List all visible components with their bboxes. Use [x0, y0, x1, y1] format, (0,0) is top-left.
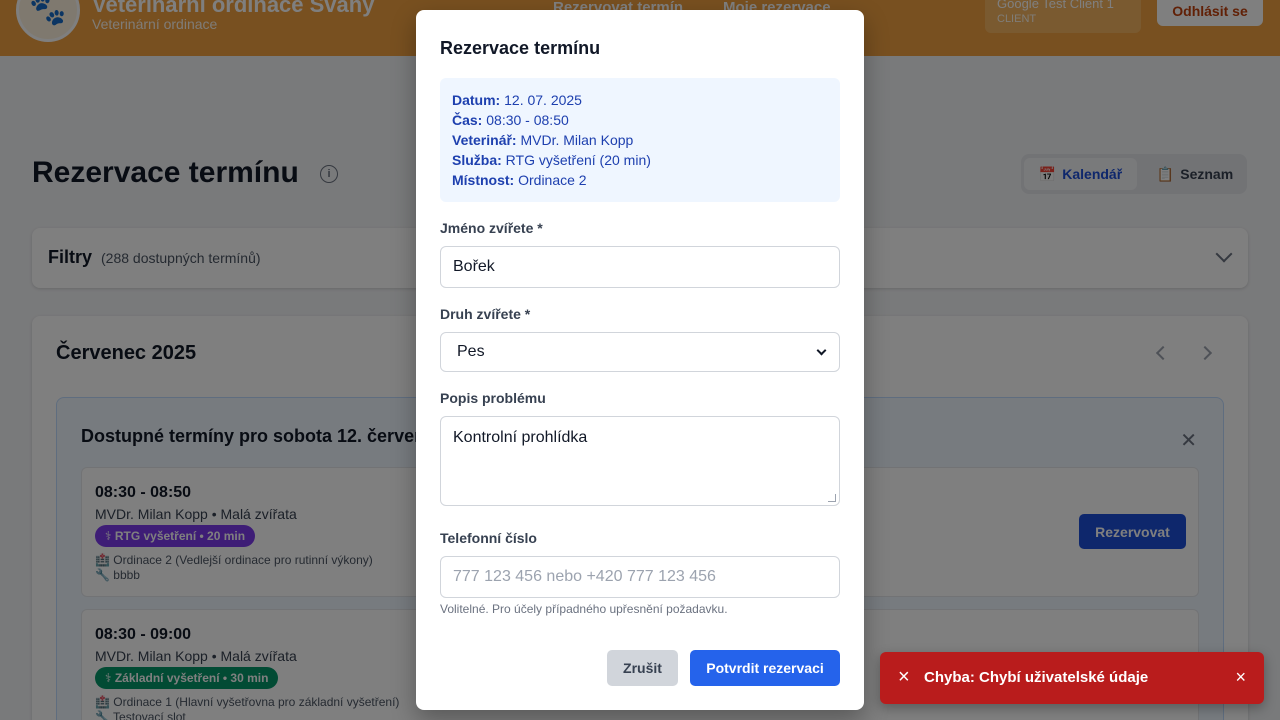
- booking-modal: Rezervace termínu Datum: 12. 07. 2025 Ča…: [416, 10, 864, 710]
- summary-service-value: RTG vyšetření (20 min): [505, 152, 651, 168]
- chevron-down-icon: [816, 345, 827, 355]
- species-value: Pes: [457, 343, 485, 360]
- summary-room-value: Ordinace 2: [518, 172, 587, 188]
- summary-time-label: Čas:: [452, 112, 483, 128]
- species-label: Druh zvířete *: [440, 306, 531, 322]
- summary-vet: Veterinář: MVDr. Milan Kopp: [452, 130, 828, 150]
- summary-time-value: 08:30 - 08:50: [486, 112, 569, 128]
- summary-time: Čas: 08:30 - 08:50: [452, 110, 828, 130]
- summary-date-label: Datum:: [452, 92, 501, 108]
- phone-hint: Volitelné. Pro účely případného upřesněn…: [440, 602, 728, 616]
- cancel-button[interactable]: Zrušit: [607, 650, 678, 686]
- summary-room: Místnost: Ordinace 2: [452, 170, 828, 190]
- summary-date: Datum: 12. 07. 2025: [452, 90, 828, 110]
- phone-label: Telefonní číslo: [440, 530, 537, 546]
- summary-vet-value: MVDr. Milan Kopp: [520, 132, 634, 148]
- summary-date-value: 12. 07. 2025: [504, 92, 582, 108]
- pet-name-input[interactable]: Bořek: [440, 246, 840, 288]
- summary-service-label: Služba:: [452, 152, 502, 168]
- pet-name-label: Jméno zvířete *: [440, 220, 543, 236]
- summary-vet-label: Veterinář:: [452, 132, 517, 148]
- booking-summary: Datum: 12. 07. 2025 Čas: 08:30 - 08:50 V…: [440, 78, 840, 202]
- summary-room-label: Místnost:: [452, 172, 515, 188]
- summary-service: Služba: RTG vyšetření (20 min): [452, 150, 828, 170]
- resize-handle-icon[interactable]: [828, 494, 836, 502]
- modal-title: Rezervace termínu: [440, 38, 601, 58]
- error-icon: ×: [898, 666, 910, 688]
- error-toast: × Chyba: Chybí uživatelské údaje ×: [880, 652, 1264, 704]
- phone-input[interactable]: 777 123 456 nebo +420 777 123 456: [440, 556, 840, 598]
- description-textarea[interactable]: Kontrolní prohlídka: [440, 416, 840, 506]
- close-icon[interactable]: ×: [1235, 667, 1246, 688]
- species-select[interactable]: Pes: [440, 332, 840, 372]
- description-label: Popis problému: [440, 390, 546, 406]
- toast-message: Chyba: Chybí uživatelské údaje: [924, 669, 1149, 686]
- description-value: Kontrolní prohlídka: [453, 429, 588, 446]
- confirm-booking-button[interactable]: Potvrdit rezervaci: [690, 650, 840, 686]
